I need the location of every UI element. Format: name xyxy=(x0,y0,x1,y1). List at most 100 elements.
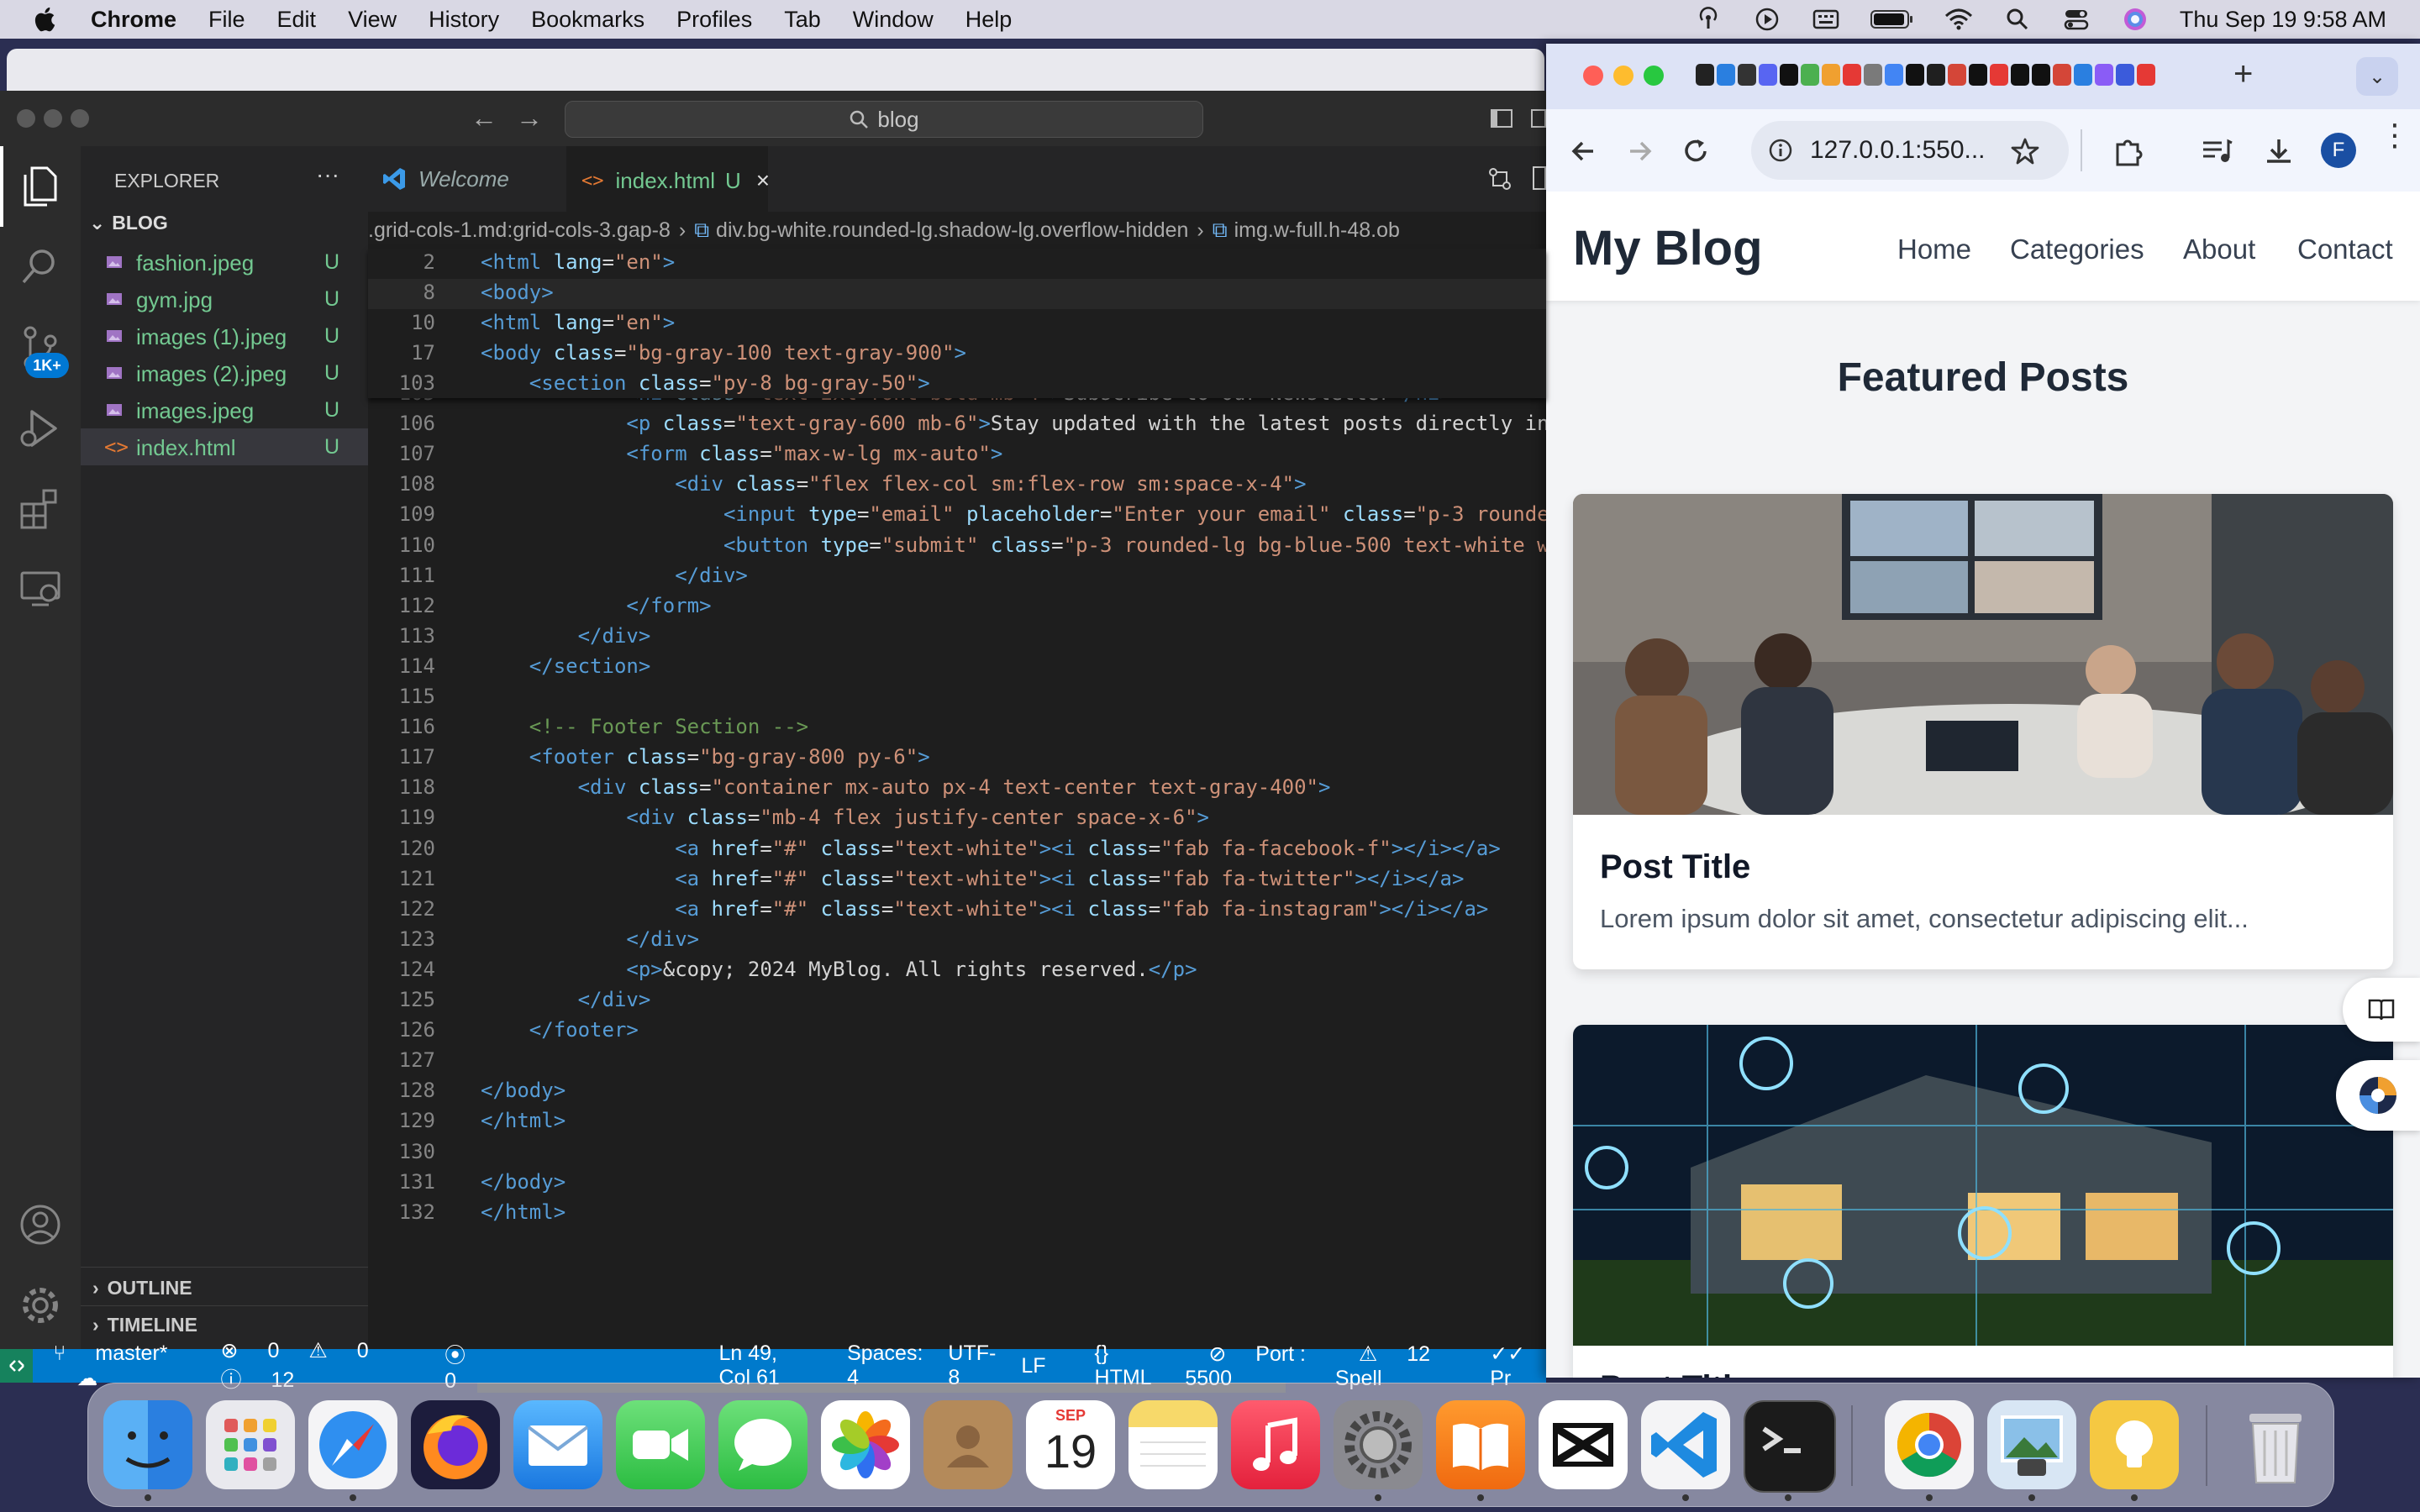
code-line[interactable]: 123 </div> xyxy=(368,927,1546,958)
remote-explorer-icon[interactable] xyxy=(17,566,64,613)
back-arrow-icon[interactable] xyxy=(1568,136,1598,166)
code-line[interactable]: 130 xyxy=(368,1140,1546,1170)
sticky-line[interactable]: 17 <body class="bg-gray-100 text-gray-900… xyxy=(368,341,1546,371)
tab-welcome[interactable]: Welcome xyxy=(368,146,566,212)
explorer-files-icon[interactable] xyxy=(17,163,64,210)
code-line[interactable]: 126 </footer> xyxy=(368,1018,1546,1048)
code-line[interactable]: 131 </body> xyxy=(368,1170,1546,1200)
post-title[interactable]: Post Title xyxy=(1600,848,1750,886)
code-line[interactable]: 110 <button type="submit" class="p-3 rou… xyxy=(368,533,1549,564)
profile-avatar[interactable]: F xyxy=(2321,133,2356,168)
sticky-line[interactable]: 8 <body> xyxy=(368,281,1546,311)
sticky-line[interactable]: 10 <html lang="en"> xyxy=(368,311,1546,341)
reload-icon[interactable] xyxy=(1681,136,1711,166)
code-line[interactable]: 116 <!-- Footer Section --> xyxy=(368,715,1546,745)
site-info-icon[interactable] xyxy=(1768,138,1793,163)
outline-section[interactable]: › OUTLINE xyxy=(92,1277,192,1299)
code-line[interactable]: 129 </html> xyxy=(368,1109,1546,1139)
wifi-icon[interactable] xyxy=(1944,7,1973,32)
extensions-puzzle-icon[interactable] xyxy=(2111,134,2144,168)
code-line[interactable]: 125 </div> xyxy=(368,988,1546,1018)
notes-icon[interactable] xyxy=(1128,1400,1218,1489)
code-line[interactable]: 107 <form class="max-w-lg mx-auto"> xyxy=(368,442,1546,472)
post-image-meeting[interactable] xyxy=(1573,494,2393,838)
safari-icon[interactable] xyxy=(308,1400,397,1489)
capcut-icon[interactable] xyxy=(1539,1400,1628,1489)
zoom-button[interactable] xyxy=(71,109,89,128)
close-button[interactable] xyxy=(17,109,35,128)
file-row[interactable]: images (2).jpeg U xyxy=(81,354,368,391)
code-line[interactable]: 127 xyxy=(368,1048,1546,1079)
finder-icon[interactable] xyxy=(103,1400,192,1489)
code-line[interactable]: 121 <a href="#" class="text-white"><i cl… xyxy=(368,867,1546,897)
pinned-tab-favicon[interactable] xyxy=(2011,64,2029,86)
pinned-tab-favicon[interactable] xyxy=(2095,64,2113,86)
chrome-app-icon[interactable] xyxy=(1885,1400,1974,1489)
menu-bookmarks[interactable]: Bookmarks xyxy=(531,7,644,33)
timeline-section[interactable]: › TIMELINE xyxy=(92,1314,197,1336)
code-line[interactable]: 128 </body> xyxy=(368,1079,1546,1109)
vscode-app-icon[interactable] xyxy=(1641,1400,1730,1489)
menu-app-name[interactable]: Chrome xyxy=(91,7,176,33)
photos-icon[interactable] xyxy=(821,1400,910,1489)
tips-icon[interactable] xyxy=(2090,1400,2179,1489)
code-line[interactable]: 124 <p>&copy; 2024 MyBlog. All rights re… xyxy=(368,958,1546,988)
nav-home[interactable]: Home xyxy=(1897,234,1971,265)
post-title[interactable]: Post Title xyxy=(1600,1369,1750,1378)
mail-icon[interactable] xyxy=(513,1400,602,1489)
code-line[interactable]: 106 <p class="text-gray-600 mb-6">Stay u… xyxy=(368,412,1549,442)
pinned-tab-favicon[interactable] xyxy=(1738,64,1756,86)
forward-arrow-icon[interactable] xyxy=(1625,136,1655,166)
sticky-line[interactable]: 2 <html lang="en"> xyxy=(368,250,1546,281)
preview-icon[interactable] xyxy=(1987,1400,2076,1489)
file-row[interactable]: images (1).jpeg U xyxy=(81,318,368,354)
post-card[interactable]: Post Title xyxy=(1573,1025,2393,1378)
extension-side-button[interactable] xyxy=(2336,1060,2420,1131)
airdrop-icon[interactable] xyxy=(1694,7,1723,32)
code-line[interactable]: 119 <div class="mb-4 flex justify-center… xyxy=(368,806,1546,836)
pinned-tab-favicon[interactable] xyxy=(1969,64,1987,86)
pinned-tab-favicon[interactable] xyxy=(1717,64,1735,86)
keyboard-icon[interactable] xyxy=(1812,7,1840,32)
music-icon[interactable] xyxy=(1231,1400,1320,1489)
forward-arrow-icon[interactable]: → xyxy=(516,102,543,134)
minimize-button[interactable] xyxy=(44,109,62,128)
toggle-panel-icon[interactable] xyxy=(1531,109,1546,128)
code-line[interactable]: 118 <div class="container mx-auto px-4 t… xyxy=(368,775,1546,806)
folder-blog[interactable]: ⌄ BLOG xyxy=(89,212,168,234)
launchpad-icon[interactable] xyxy=(206,1400,295,1489)
remote-indicator[interactable] xyxy=(0,1349,34,1383)
download-icon[interactable] xyxy=(2262,134,2296,168)
code-line[interactable]: 112 </form> xyxy=(368,594,1546,624)
menu-file[interactable]: File xyxy=(208,7,245,33)
back-arrow-icon[interactable]: ← xyxy=(471,102,497,134)
siri-icon[interactable] xyxy=(2121,7,2149,32)
file-row-selected[interactable]: <> index.html U xyxy=(81,428,368,465)
pinned-tab-favicon[interactable] xyxy=(1843,64,1861,86)
pinned-tab-favicon[interactable] xyxy=(1759,64,1777,86)
toggle-sidebar-icon[interactable] xyxy=(1491,109,1512,128)
code-line[interactable]: 117 <footer class="bg-gray-800 py-6"> xyxy=(368,745,1546,775)
pinned-tab-favicon[interactable] xyxy=(2116,64,2134,86)
facetime-icon[interactable] xyxy=(616,1400,705,1489)
contacts-icon[interactable] xyxy=(923,1400,1013,1489)
menu-edit[interactable]: Edit xyxy=(277,7,317,33)
nav-categories[interactable]: Categories xyxy=(2010,234,2144,265)
pinned-tab-favicon[interactable] xyxy=(2074,64,2092,86)
minimize-button[interactable] xyxy=(1613,66,1634,86)
menu-tab[interactable]: Tab xyxy=(784,7,821,33)
firefox-icon[interactable] xyxy=(411,1400,500,1489)
code-line[interactable]: 115 xyxy=(368,685,1546,715)
spotlight-icon[interactable] xyxy=(2003,7,2032,32)
menu-view[interactable]: View xyxy=(348,7,397,33)
pinned-tab-favicon[interactable] xyxy=(1864,64,1882,86)
code-line[interactable]: 109 <input type="email" placeholder="Ent… xyxy=(368,502,1549,533)
run-debug-icon[interactable] xyxy=(17,405,64,452)
sticky-line[interactable]: 103 <section class="py-8 bg-gray-50"> xyxy=(368,371,1546,402)
post-card[interactable]: Post Title Lorem ipsum dolor sit amet, c… xyxy=(1573,494,2393,969)
system-settings-icon[interactable] xyxy=(1334,1400,1423,1489)
battery-icon[interactable] xyxy=(1870,7,1914,32)
site-brand[interactable]: My Blog xyxy=(1573,220,1763,276)
pinned-tab-favicon[interactable] xyxy=(1696,64,1714,86)
compare-changes-icon[interactable] xyxy=(1487,166,1512,192)
